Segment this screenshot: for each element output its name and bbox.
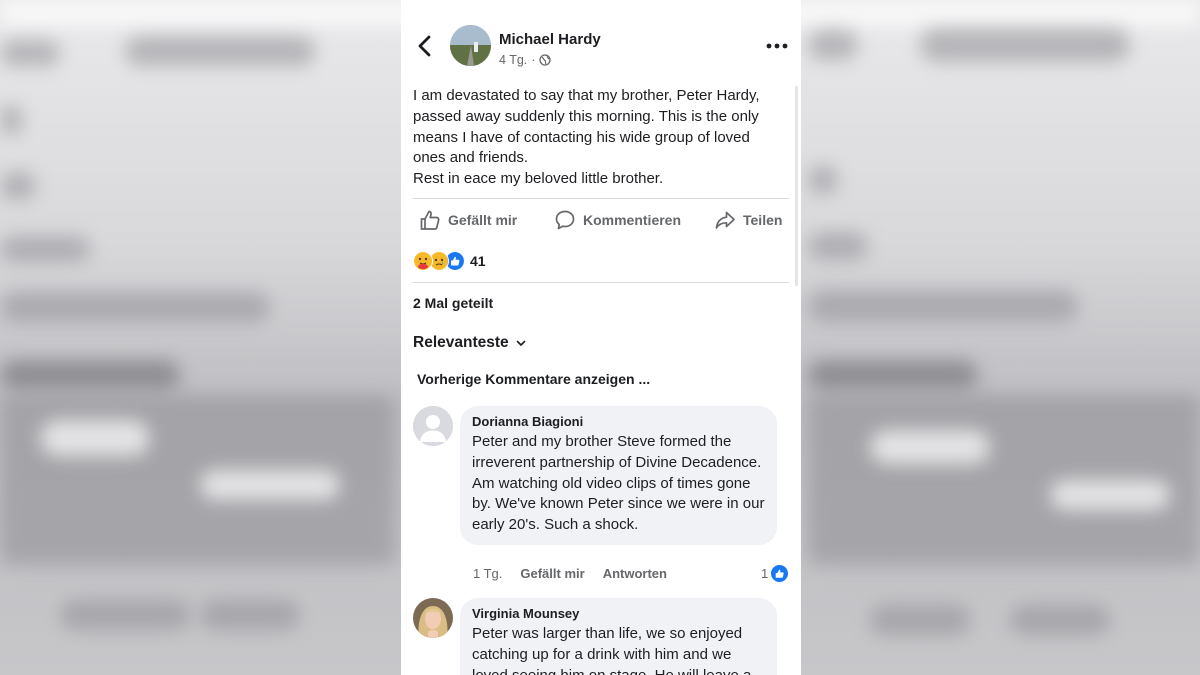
post-time[interactable]: 4 Tg. <box>499 53 527 67</box>
comment-reply-button[interactable]: Antworten <box>603 566 667 581</box>
commenter-photo <box>413 598 453 638</box>
post-paragraph: Rest in eace my beloved little brother. <box>413 170 664 188</box>
share-count[interactable]: 2 Mal geteilt <box>413 295 493 311</box>
share-button[interactable]: Teilen <box>714 204 782 236</box>
comment-icon <box>555 210 575 230</box>
share-label: Teilen <box>743 212 783 228</box>
thumbs-up-icon <box>420 210 440 230</box>
reactions-summary[interactable]: 41 <box>413 251 486 271</box>
author-name[interactable]: Michael Hardy <box>499 31 601 48</box>
post-screen: Michael Hardy 4 Tg. · I am devastated to… <box>401 0 801 675</box>
comment-like-count[interactable]: 1 <box>761 565 789 582</box>
commenter-name[interactable]: Dorianna Biagioni <box>472 414 765 429</box>
author-avatar[interactable] <box>450 25 491 66</box>
comment-label: Kommentieren <box>583 212 682 228</box>
comment-text: Peter and my brother Steve formed the ir… <box>472 433 765 534</box>
divider <box>413 198 789 199</box>
chevron-down-icon <box>516 340 525 346</box>
commenter-avatar[interactable] <box>413 406 453 446</box>
post-actions: Gefällt mir Kommentieren Teilen <box>401 204 801 236</box>
avatar-photo <box>450 25 491 66</box>
back-arrow-icon[interactable] <box>415 34 435 58</box>
default-profile-icon <box>413 406 453 446</box>
care-emoji-icon <box>413 251 433 271</box>
comment-sort-dropdown[interactable]: Relevanteste <box>413 334 527 352</box>
post-body: I am devastated to say that my brother, … <box>413 86 785 190</box>
sort-label: Relevanteste <box>413 334 509 351</box>
previous-comments-link[interactable]: Vorherige Kommentare anzeigen ... <box>417 371 650 387</box>
like-label: Gefällt mir <box>448 212 518 228</box>
comment-bubble: Virginia Mounsey Peter was larger than l… <box>460 598 777 675</box>
share-arrow-icon <box>715 211 735 229</box>
commenter-name[interactable]: Virginia Mounsey <box>472 606 765 621</box>
comment-actions: 1 Tg. Gefällt mir Antworten <box>473 566 667 581</box>
post-meta: 4 Tg. · <box>499 53 552 67</box>
scrollbar[interactable] <box>795 86 798 286</box>
globe-icon <box>539 54 552 66</box>
comment-button[interactable]: Kommentieren <box>554 204 681 236</box>
comment-text: Peter was larger than life, we so enjoye… <box>472 625 751 675</box>
reaction-count: 41 <box>470 253 486 269</box>
like-button[interactable]: Gefällt mir <box>419 204 517 236</box>
comment-time: 1 Tg. <box>473 566 503 581</box>
divider <box>413 282 789 283</box>
post-header: Michael Hardy 4 Tg. · <box>401 0 801 80</box>
comment-bubble: Dorianna Biagioni Peter and my brother S… <box>460 406 777 545</box>
commenter-avatar[interactable] <box>413 598 453 638</box>
comment-like-number: 1 <box>761 566 769 581</box>
like-badge-icon <box>771 565 789 582</box>
more-options-icon[interactable] <box>765 38 789 54</box>
comment-like-button[interactable]: Gefällt mir <box>520 566 584 581</box>
post-paragraph: I am devastated to say that my brother, … <box>413 87 760 167</box>
meta-separator: · <box>531 53 536 67</box>
